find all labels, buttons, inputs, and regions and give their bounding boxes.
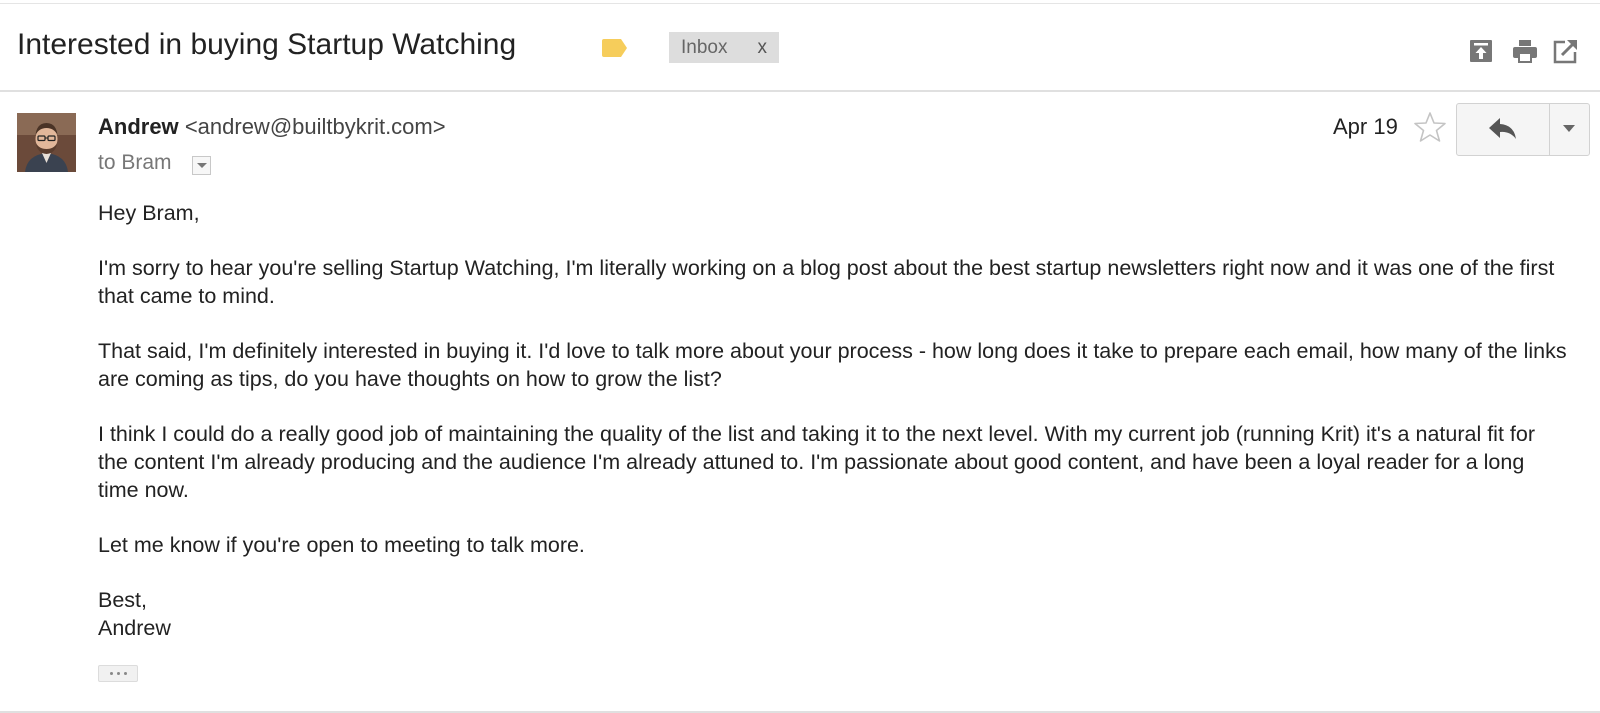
message-date: Apr 19 bbox=[1333, 114, 1398, 139]
signature: Andrew bbox=[98, 616, 171, 640]
sender-email: <andrew@builtbykrit.com> bbox=[184, 114, 446, 139]
message-body: Hey Bram, I'm sorry to hear you're selli… bbox=[98, 199, 1568, 642]
archive-icon[interactable] bbox=[1468, 38, 1494, 64]
sender-name[interactable]: Andrew bbox=[98, 114, 179, 139]
print-icon[interactable] bbox=[1512, 38, 1538, 64]
signoff: Best, bbox=[98, 588, 147, 612]
reply-arrow-icon bbox=[1489, 118, 1516, 139]
label-tag-icon[interactable] bbox=[601, 37, 629, 59]
subject-title: Interested in buying Startup Watching bbox=[17, 28, 517, 61]
show-trimmed-content-button[interactable] bbox=[98, 665, 138, 682]
more-actions-button[interactable] bbox=[1550, 104, 1589, 155]
body-paragraph: Let me know if you're open to meeting to… bbox=[98, 533, 585, 557]
recipient-line: to Bram bbox=[98, 151, 172, 174]
sender-line: Andrew <andrew@builtbykrit.com> bbox=[98, 114, 446, 140]
body-paragraph: I'm sorry to hear you're selling Startup… bbox=[98, 256, 1555, 308]
inbox-label-text: Inbox bbox=[681, 37, 728, 58]
new-window-icon[interactable] bbox=[1553, 38, 1579, 64]
reply-button[interactable] bbox=[1457, 104, 1549, 155]
remove-label-button[interactable]: x bbox=[758, 37, 768, 59]
recipient-details-dropdown[interactable] bbox=[192, 156, 211, 175]
inbox-label-chip: Inbox x bbox=[669, 32, 779, 63]
sender-avatar bbox=[17, 113, 76, 172]
body-paragraph: I think I could do a really good job of … bbox=[98, 422, 1535, 502]
star-icon[interactable] bbox=[1413, 110, 1447, 144]
thread-header: Interested in buying Startup Watching In… bbox=[0, 4, 1600, 92]
reply-button-group bbox=[1456, 103, 1590, 156]
greeting: Hey Bram, bbox=[98, 201, 200, 225]
body-paragraph: That said, I'm definitely interested in … bbox=[98, 339, 1567, 391]
